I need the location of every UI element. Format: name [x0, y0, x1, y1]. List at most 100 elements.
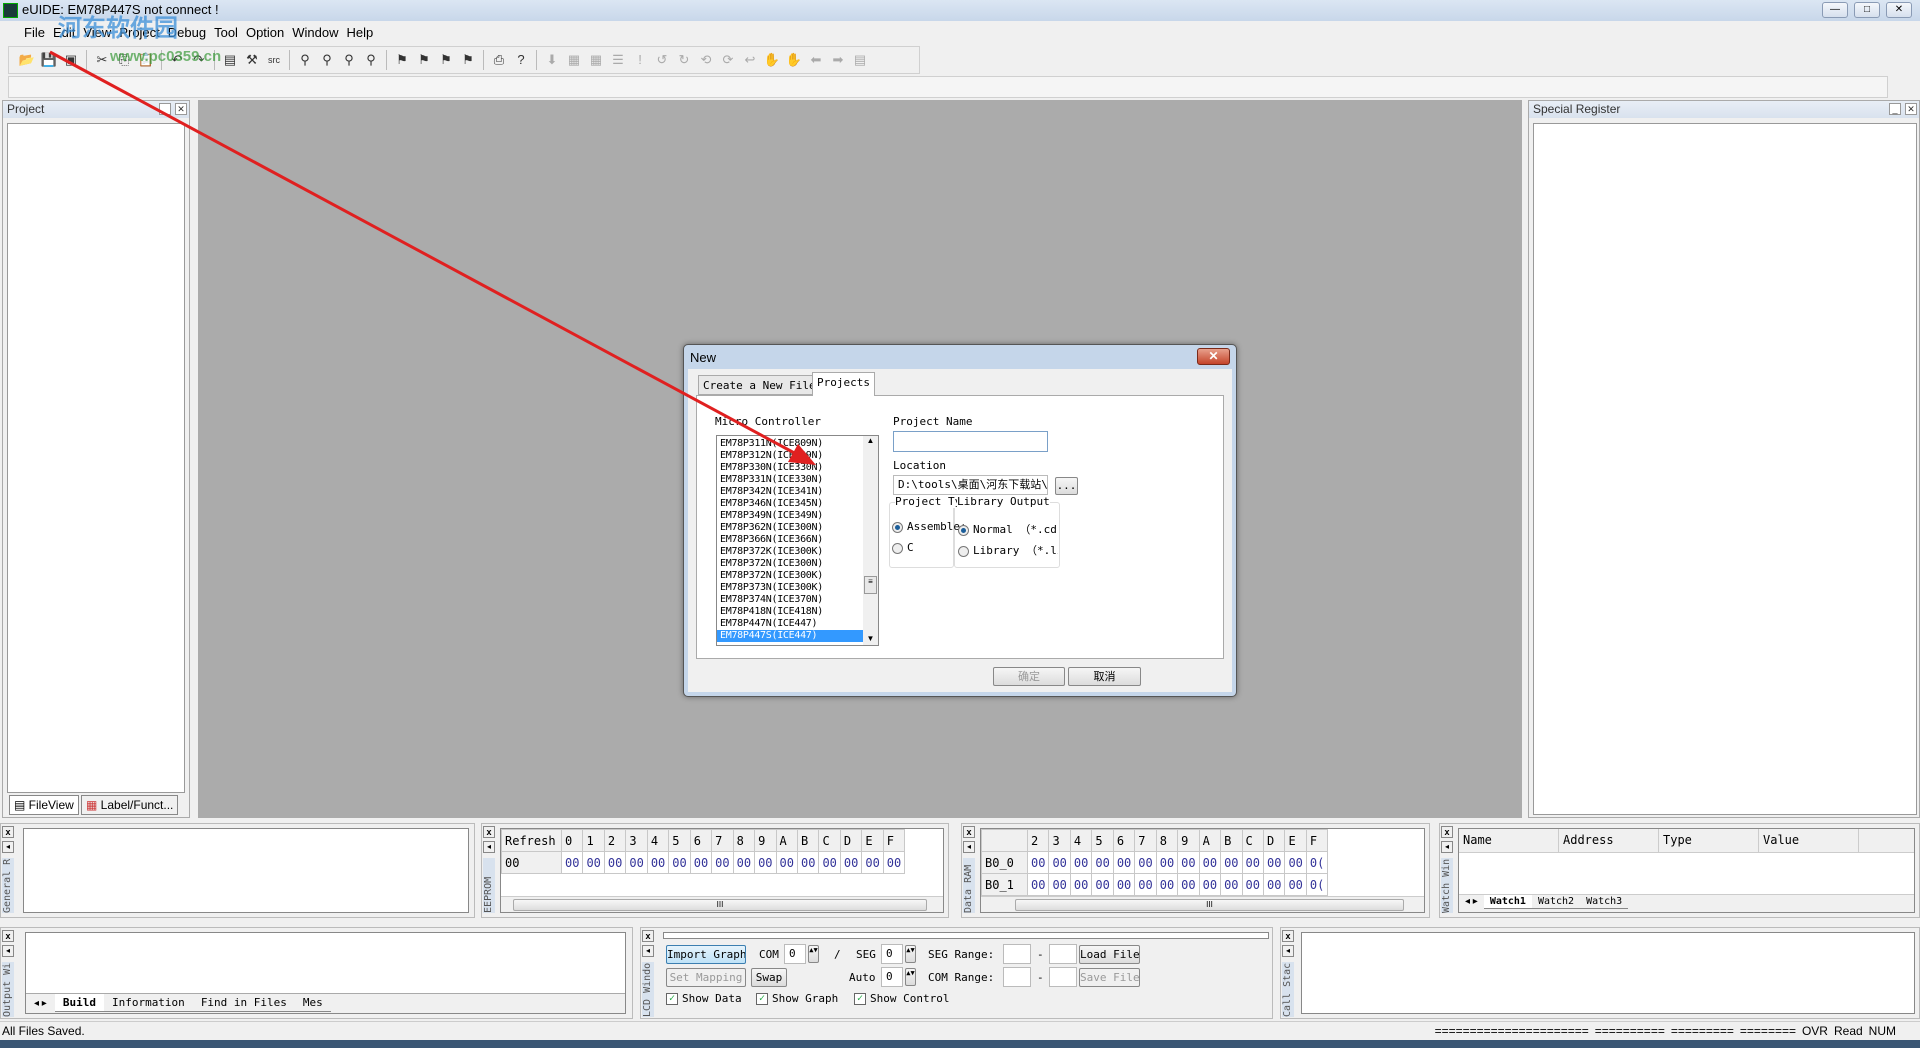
memory-cell[interactable]: 00	[1048, 873, 1071, 896]
stop-icon[interactable]: !	[630, 50, 650, 70]
mc-list-item[interactable]: EM78P330N(ICE330N)	[717, 462, 863, 474]
memory-cell[interactable]: 00	[1134, 851, 1157, 874]
memory-cell[interactable]: 00	[1220, 873, 1243, 896]
memory-cell[interactable]: 00	[1048, 851, 1071, 874]
memory-cell[interactable]: 00	[625, 851, 648, 874]
find-in-files-icon[interactable]: ⚲	[361, 50, 381, 70]
tab-projects[interactable]: Projects	[812, 372, 875, 396]
close-icon[interactable]: x	[963, 826, 975, 838]
memory-cell[interactable]: 00	[732, 851, 756, 874]
tab-watch1[interactable]: Watch1	[1483, 895, 1532, 909]
window-icon[interactable]: ▤	[220, 50, 240, 70]
memory-cell[interactable]: 00	[1091, 851, 1114, 874]
tab-information[interactable]: Information	[103, 994, 193, 1012]
cancel-button[interactable]: 取消	[1068, 667, 1141, 686]
memory-cell[interactable]: 00	[1134, 873, 1157, 896]
tab-find-in-files[interactable]: Find in Files	[192, 994, 295, 1012]
memory-cell[interactable]: 00	[1262, 851, 1286, 874]
memory-cell[interactable]: 00	[1026, 851, 1050, 874]
memory-cell[interactable]: 00	[754, 851, 777, 874]
mc-list-item[interactable]: EM78P342N(ICE341N)	[717, 486, 863, 498]
memory-cell[interactable]: 00	[861, 851, 884, 874]
save-file-button[interactable]: Save File	[1079, 968, 1140, 987]
menu-project[interactable]: Project	[115, 22, 163, 44]
menu-file[interactable]: File	[20, 22, 49, 44]
radio-assembler[interactable]: Assemble:	[892, 520, 967, 533]
memory-cell[interactable]: 00	[818, 851, 841, 874]
cut-icon[interactable]: ✂	[92, 50, 112, 70]
close-icon[interactable]: x	[1282, 930, 1294, 942]
tab-fileview[interactable]: ▤ FileView	[9, 795, 79, 815]
mc-list-item[interactable]: EM78P418N(ICE418N)	[717, 606, 863, 618]
close-icon[interactable]: ✕	[175, 103, 187, 115]
memory-cell[interactable]: 00	[1177, 873, 1200, 896]
bookmark-next-icon[interactable]: ⚑	[414, 50, 434, 70]
horizontal-scrollbar[interactable]: III	[501, 896, 943, 912]
tab-create-new-file[interactable]: Create a New File	[698, 375, 821, 395]
scroll-thumb[interactable]: ≡	[864, 576, 877, 594]
menu-help[interactable]: Help	[343, 22, 378, 44]
redo-icon[interactable]: ↷	[189, 50, 209, 70]
step-over-icon[interactable]: ↻	[674, 50, 694, 70]
close-icon[interactable]: x	[2, 826, 14, 838]
tab-watch3[interactable]: Watch3	[1580, 895, 1629, 909]
close-button[interactable]: ✕	[1886, 2, 1912, 18]
memory-cell[interactable]: 00	[1155, 851, 1179, 874]
mc-list-item[interactable]: EM78P372N(ICE300N)	[717, 558, 863, 570]
memory-cell[interactable]: 00	[689, 851, 713, 874]
memory-cell[interactable]: 00	[1177, 851, 1200, 874]
download-icon[interactable]: ⬇	[542, 50, 562, 70]
watch-column-header[interactable]: Value	[1759, 829, 1859, 852]
com-range-to[interactable]	[1049, 967, 1077, 987]
memory-cell[interactable]: 00	[646, 851, 670, 874]
memory-cell[interactable]: 00	[1026, 873, 1050, 896]
pin-icon[interactable]: ◂	[2, 945, 14, 957]
memory-cell[interactable]: 00	[1155, 873, 1179, 896]
forward-icon[interactable]: ➡	[828, 50, 848, 70]
radio-c[interactable]: C	[892, 541, 914, 554]
tab-mes[interactable]: Mes	[294, 994, 331, 1012]
memory-cell[interactable]: 00	[1284, 851, 1307, 874]
close-icon[interactable]: x	[642, 930, 654, 942]
memory-cell[interactable]: 00	[582, 851, 605, 874]
browse-button[interactable]: ...	[1055, 477, 1078, 495]
tab-label-function[interactable]: ▦ Label/Funct...	[81, 795, 179, 815]
menu-option[interactable]: Option	[242, 22, 288, 44]
radio-library[interactable]: Library （*.li	[958, 542, 1058, 558]
seg-input[interactable]: 0	[881, 944, 903, 964]
seg-range-from[interactable]	[1003, 944, 1031, 964]
back-icon[interactable]: ⬅	[806, 50, 826, 70]
minimize-button[interactable]: —	[1822, 2, 1848, 18]
ok-button[interactable]: 确定	[993, 667, 1065, 686]
mc-list-item[interactable]: EM78P372N(ICE300K)	[717, 570, 863, 582]
mc-list-item[interactable]: EM78P311N(ICE809N)	[717, 438, 863, 450]
memory-cell[interactable]: 00	[603, 851, 627, 874]
build-icon[interactable]: ⚒	[242, 50, 262, 70]
watch-column-header[interactable]: Name	[1459, 829, 1559, 852]
pin-icon[interactable]: ◂	[483, 841, 495, 853]
mc-list-item[interactable]: EM78P349N(ICE349N)	[717, 510, 863, 522]
mc-list-item[interactable]: EM78P373N(ICE300K)	[717, 582, 863, 594]
menu-debug[interactable]: Debug	[164, 22, 210, 44]
memory-cell[interactable]: 00	[1069, 873, 1093, 896]
show-data-checkbox[interactable]: ✓ Show Data	[666, 992, 742, 1005]
open-icon[interactable]: 📂	[17, 50, 37, 70]
mc-list-item[interactable]: EM78P312N(ICE809N)	[717, 450, 863, 462]
run-icon[interactable]: ▦	[564, 50, 584, 70]
mc-list-item[interactable]: EM78P447N(ICE447)	[717, 618, 863, 630]
memory-cell[interactable]: 00	[1069, 851, 1093, 874]
pin-icon[interactable]: _	[1889, 103, 1901, 115]
memory-cell[interactable]: 00	[1220, 851, 1243, 874]
memory-cell[interactable]: 00	[1112, 873, 1136, 896]
step-into-icon[interactable]: ↺	[652, 50, 672, 70]
seg-range-to[interactable]	[1049, 944, 1077, 964]
menu-edit[interactable]: Edit	[49, 22, 79, 44]
page-icon[interactable]: ▤	[850, 50, 870, 70]
list-scrollbar[interactable]: ▲ ≡ ▼	[863, 436, 878, 645]
memory-cell[interactable]: 00	[1198, 851, 1222, 874]
show-control-checkbox[interactable]: ✓ Show Control	[854, 992, 949, 1005]
mc-list-item[interactable]: EM78P366N(ICE366N)	[717, 534, 863, 546]
load-file-button[interactable]: Load File	[1079, 945, 1140, 964]
memory-cell[interactable]: 00	[1262, 873, 1286, 896]
tab-scroll-icon[interactable]: ◂ ▸	[1459, 896, 1484, 907]
